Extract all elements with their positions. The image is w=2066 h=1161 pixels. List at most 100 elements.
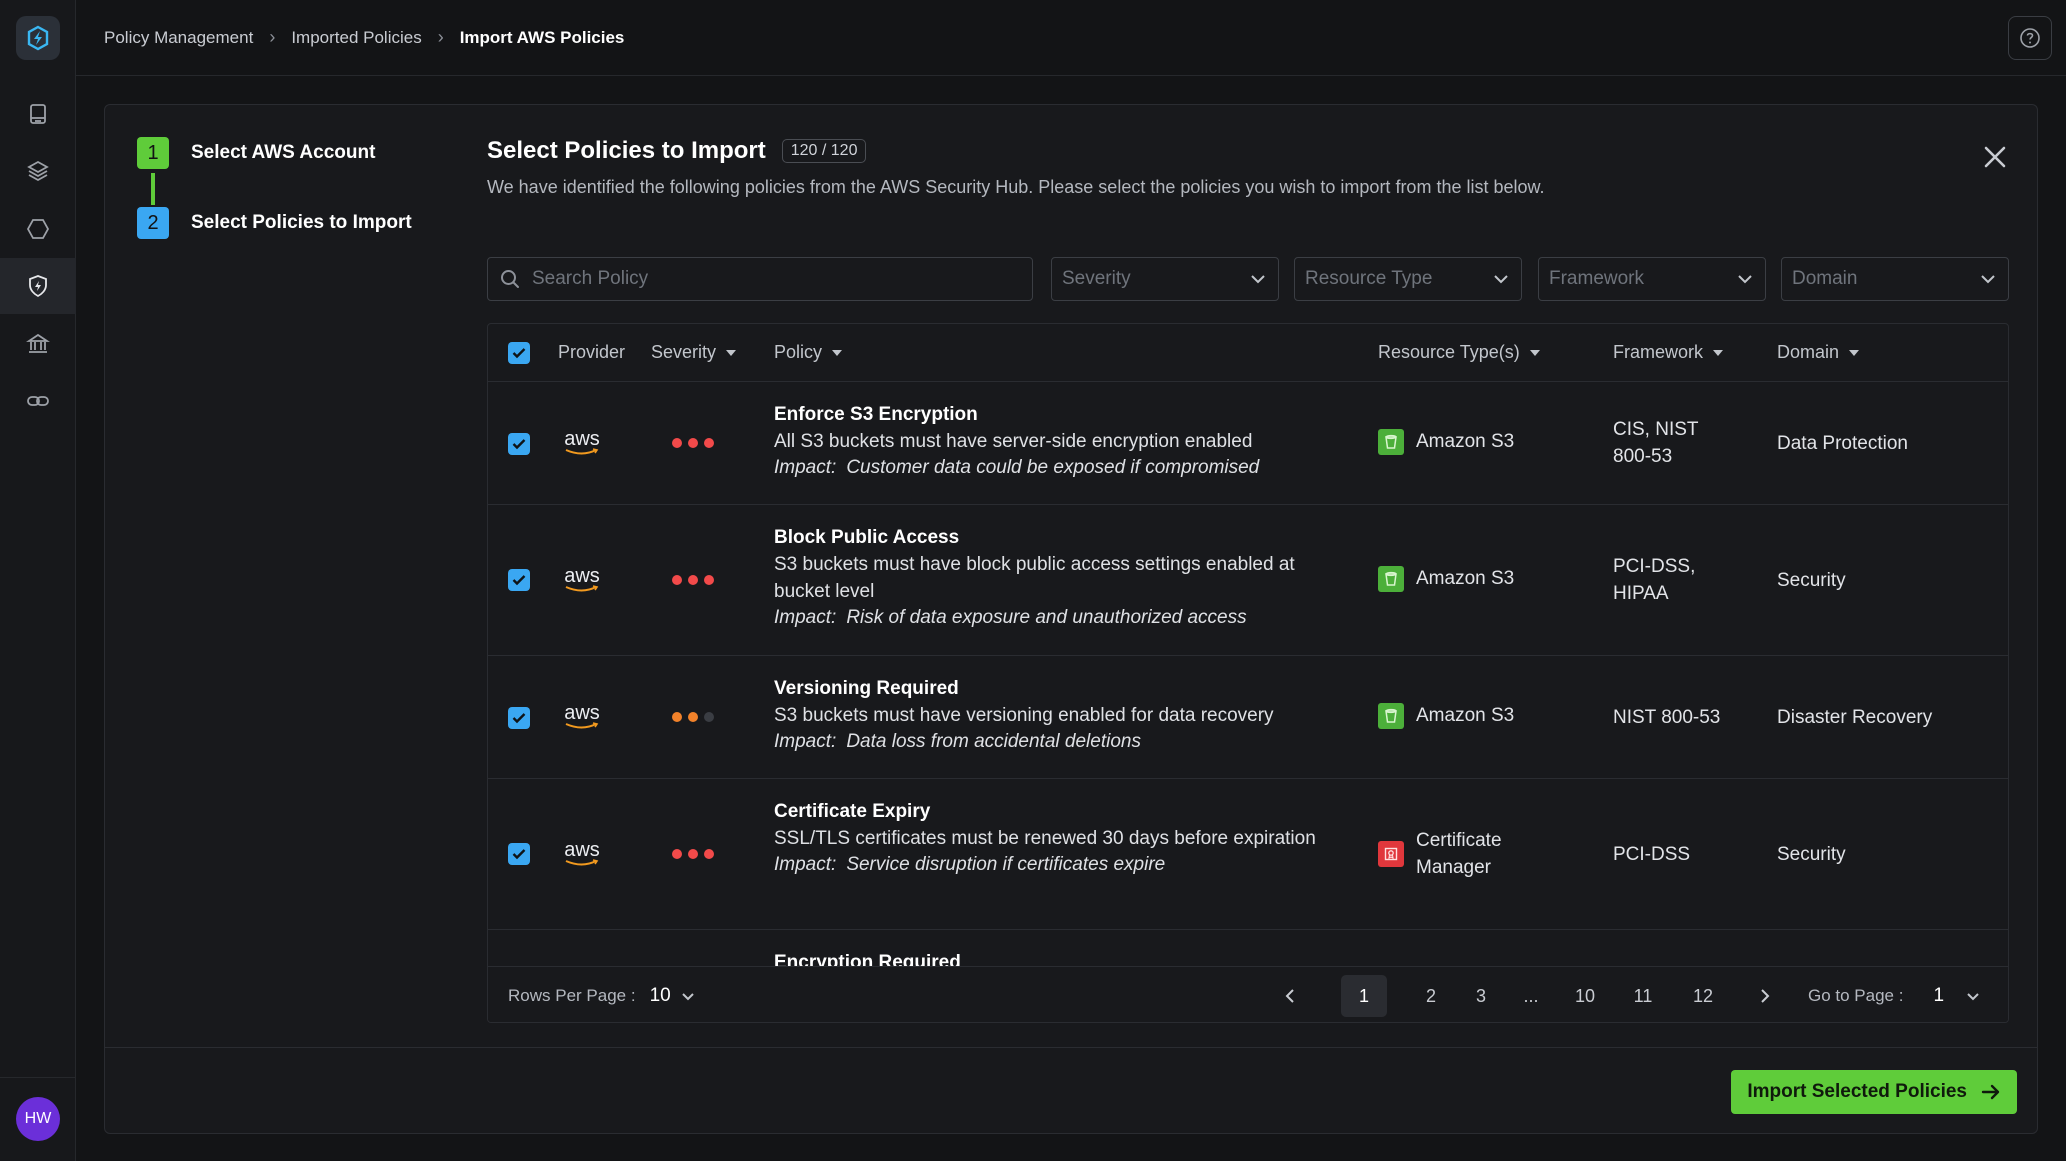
check-icon (512, 575, 526, 586)
app-logo-icon[interactable] (16, 16, 60, 60)
select-all-checkbox[interactable] (508, 342, 530, 364)
policy-cell: Block Public Access S3 buckets must have… (774, 527, 1344, 629)
domain-filter-dropdown[interactable]: Domain (1781, 257, 2009, 301)
chevron-right-icon: › (269, 27, 276, 47)
step-select-policies[interactable]: 2 Select Policies to Import (137, 207, 412, 239)
severity-filter-dropdown[interactable]: Severity (1051, 257, 1279, 301)
page-button-1[interactable]: 1 (1341, 975, 1387, 1017)
column-policy[interactable]: Policy (774, 342, 843, 363)
resource-type-cell: Amazon S3 (1378, 566, 1514, 592)
nav-bank-icon[interactable] (0, 316, 76, 372)
search-input[interactable] (532, 268, 1012, 290)
sort-caret-icon (1849, 349, 1860, 356)
column-framework[interactable]: Framework (1613, 342, 1724, 363)
dropdown-label: Framework (1549, 268, 1645, 289)
help-button[interactable] (2008, 16, 2052, 60)
table-row[interactable]: aws Certificate Expiry SSL/TLS certifica… (488, 779, 2008, 930)
policy-cell: Certificate Expiry SSL/TLS certificates … (774, 801, 1344, 876)
chevron-down-icon (681, 992, 694, 1000)
step-connector (151, 173, 155, 205)
page-button-2[interactable]: 2 (1419, 975, 1443, 1017)
step-number: 1 (137, 137, 169, 169)
severity-indicator (672, 849, 714, 859)
left-nav-rail: HW (0, 0, 76, 1161)
page-button-11[interactable]: 11 (1631, 975, 1655, 1017)
nav-link-icon[interactable] (0, 373, 76, 429)
breadcrumb: Policy Management › Imported Policies › … (104, 27, 624, 48)
certificate-manager-icon (1378, 841, 1404, 867)
row-checkbox[interactable] (508, 433, 530, 455)
column-provider: Provider (558, 342, 626, 362)
nav-hexagon-icon[interactable] (0, 201, 76, 257)
chevron-down-icon (1251, 275, 1265, 284)
framework-cell: PCI-DSS (1613, 844, 1691, 865)
policies-table: Provider Severity Policy Resource Type(s… (487, 323, 2009, 1023)
framework-filter-dropdown[interactable]: Framework (1538, 257, 1766, 301)
nav-policy-shield-icon[interactable] (0, 258, 76, 314)
table-row[interactable]: aws Block Public Access S3 buckets must … (488, 505, 2008, 656)
aws-logo-icon: aws (562, 703, 602, 730)
import-button-label: Import Selected Policies (1747, 1081, 1967, 1102)
row-checkbox[interactable] (508, 843, 530, 865)
resource-type-cell: Amazon S3 (1378, 703, 1514, 729)
severity-indicator (672, 575, 714, 585)
severity-indicator (672, 438, 714, 448)
sort-caret-icon (832, 349, 843, 356)
pagination-bar: Rows Per Page : 10 1 2 3 ... 10 11 12 Go… (488, 966, 2008, 1022)
import-selected-policies-button[interactable]: Import Selected Policies (1731, 1070, 2017, 1114)
chevron-right-icon: › (437, 27, 444, 47)
policy-impact: Impact: Service disruption if certificate… (774, 854, 1166, 875)
policy-name: Certificate Expiry (774, 801, 931, 822)
search-icon (501, 270, 519, 288)
page-button-3[interactable]: 3 (1469, 975, 1493, 1017)
chevron-down-icon (1981, 275, 1995, 284)
chevron-left-icon (1285, 989, 1294, 1003)
user-avatar[interactable]: HW (16, 1097, 60, 1141)
nav-layers-icon[interactable] (0, 143, 76, 199)
check-icon (512, 713, 526, 724)
resource-type-filter-dropdown[interactable]: Resource Type (1294, 257, 1522, 301)
page-button-12[interactable]: 12 (1691, 975, 1715, 1017)
row-checkbox[interactable] (508, 569, 530, 591)
table-row[interactable]: aws Versioning Required S3 buckets must … (488, 656, 2008, 779)
step-select-aws-account[interactable]: 1 Select AWS Account (137, 137, 375, 169)
check-icon (512, 348, 526, 359)
import-panel: 1 Select AWS Account 2 Select Policies t… (104, 104, 2038, 1134)
check-icon (512, 849, 526, 860)
resource-type-cell: Amazon S3 (1378, 429, 1514, 455)
table-row[interactable]: Encryption Required (488, 930, 2008, 966)
row-checkbox[interactable] (508, 707, 530, 729)
rows-per-page-label: Rows Per Page : (508, 986, 636, 1005)
policy-name: Encryption Required (774, 952, 961, 966)
resource-type-name: Amazon S3 (1416, 568, 1515, 589)
prev-page-button[interactable] (1278, 975, 1302, 1017)
column-resource-types[interactable]: Resource Type(s) (1378, 342, 1540, 363)
policy-cell: Enforce S3 Encryption All S3 buckets mus… (774, 404, 1344, 479)
resource-type-cell: Certificate Manager (1378, 827, 1536, 881)
go-to-page-label: Go to Page : (1808, 986, 1904, 1005)
column-domain[interactable]: Domain (1777, 342, 1860, 363)
severity-indicator (672, 712, 714, 722)
breadcrumb-imported-policies[interactable]: Imported Policies (291, 28, 421, 48)
resource-type-name: Amazon S3 (1416, 705, 1515, 726)
chevron-down-icon (1738, 275, 1752, 284)
table-row[interactable]: aws Enforce S3 Encryption All S3 buckets… (488, 382, 2008, 505)
sort-caret-icon (726, 349, 737, 356)
domain-cell: Data Protection (1777, 433, 1908, 454)
close-icon (1984, 146, 2006, 168)
table-body: aws Enforce S3 Encryption All S3 buckets… (488, 382, 2008, 966)
close-button[interactable] (1979, 141, 2011, 173)
go-to-page-select[interactable]: 1 (1933, 985, 1944, 1007)
rows-per-page-select[interactable]: 10 (650, 985, 671, 1007)
sort-caret-icon (1529, 349, 1540, 356)
page-button-10[interactable]: 10 (1573, 975, 1597, 1017)
domain-cell: Security (1777, 844, 1846, 865)
column-severity[interactable]: Severity (651, 342, 737, 363)
panel-footer: Import Selected Policies (105, 1047, 2037, 1133)
nav-documents-icon[interactable] (0, 86, 76, 142)
breadcrumb-policy-management[interactable]: Policy Management (104, 28, 253, 48)
aws-logo-icon: aws (562, 566, 602, 593)
resource-type-name: Certificate Manager (1416, 830, 1502, 878)
next-page-button[interactable] (1753, 975, 1777, 1017)
resource-type-name: Amazon S3 (1416, 431, 1515, 452)
